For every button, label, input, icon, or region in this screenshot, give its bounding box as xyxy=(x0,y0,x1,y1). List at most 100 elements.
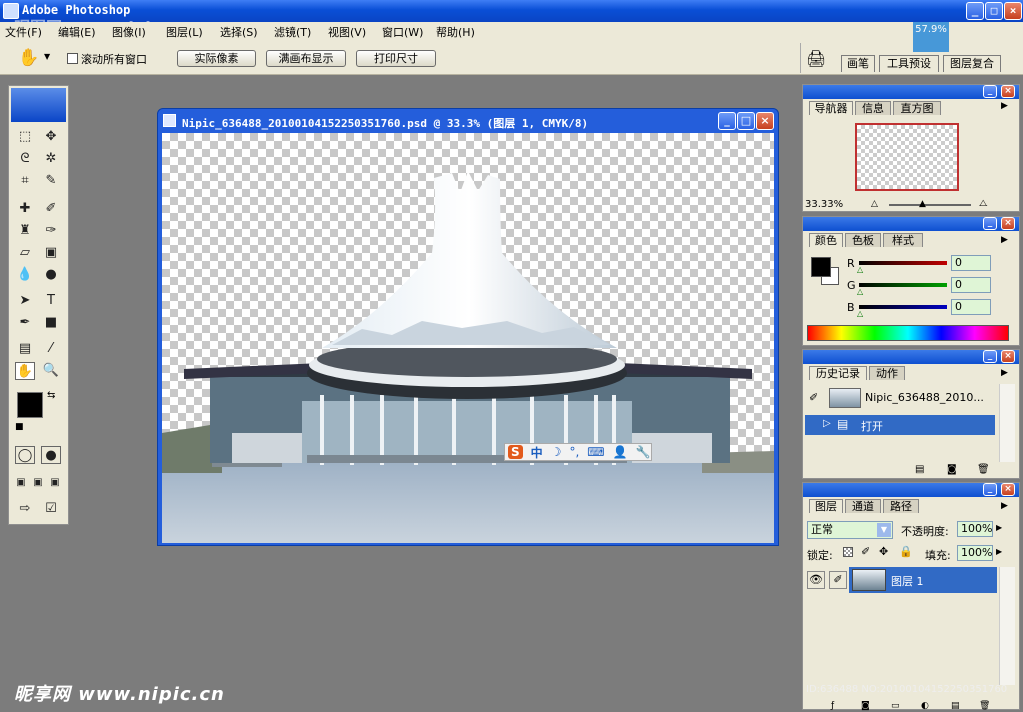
layer-brush-link-icon[interactable]: ✐ xyxy=(829,571,847,589)
color-fg-swatch[interactable] xyxy=(811,257,831,277)
actual-pixels-button[interactable]: 实际像素 xyxy=(177,50,256,67)
color-spectrum-bar[interactable] xyxy=(807,325,1009,341)
doc-maximize-button[interactable]: □ xyxy=(737,112,755,130)
ime-punctuation-icon[interactable]: °, xyxy=(569,445,579,459)
panel-menu-arrow-icon[interactable]: ▶ xyxy=(1001,101,1008,111)
g-slider[interactable] xyxy=(859,283,947,287)
marquee-icon[interactable]: ⬚ xyxy=(15,128,35,146)
zoom-out-icon[interactable]: △ xyxy=(871,199,878,209)
history-new-document-icon[interactable]: ▤ xyxy=(915,464,924,475)
lock-transparency-icon[interactable] xyxy=(843,547,853,557)
move-icon[interactable]: ✥ xyxy=(41,128,61,146)
layer-mask-icon[interactable]: ◙ xyxy=(861,701,870,711)
history-snapshot-row[interactable]: ✐ Nipic_636488_2010... xyxy=(805,386,995,410)
new-layer-set-icon[interactable]: ▭ xyxy=(891,701,900,711)
slice-icon[interactable]: ✎ xyxy=(41,172,61,190)
path-select-icon[interactable]: ➤ xyxy=(15,292,35,310)
layer-row[interactable]: 👁 ✐ 图层 1 xyxy=(805,567,997,593)
menu-filter[interactable]: 滤镜(T) xyxy=(274,24,311,40)
tab-info[interactable]: 信息 xyxy=(855,101,891,115)
tab-paths[interactable]: 路径 xyxy=(883,499,919,513)
gradient-icon[interactable]: ▣ xyxy=(41,244,61,262)
b-slider[interactable] xyxy=(859,305,947,309)
ime-keyboard-icon[interactable]: ⌨ xyxy=(587,445,604,459)
imageready-jump-icon[interactable]: ⇨ xyxy=(15,500,35,518)
hand-tool-icon[interactable]: ✋ xyxy=(15,362,35,380)
lock-position-move-icon[interactable]: ✥ xyxy=(879,545,888,558)
blend-dropdown-chevron-icon[interactable]: ▼ xyxy=(877,523,891,537)
fill-input[interactable]: 100% xyxy=(957,545,993,561)
image-canvas[interactable]: S 中 ☽ °, ⌨ 👤 🔧 xyxy=(162,133,774,543)
ime-settings-wrench-icon[interactable]: 🔧 xyxy=(636,445,651,459)
screen-mode-standard-icon[interactable]: ▣ xyxy=(13,474,29,492)
close-button[interactable]: × xyxy=(1004,2,1022,20)
navigator-close-button[interactable]: × xyxy=(1001,85,1015,98)
zoom-icon[interactable]: 🔍 xyxy=(41,362,61,380)
ime-chinese-mode[interactable]: 中 xyxy=(531,444,543,461)
delete-layer-trash-icon[interactable]: 🗑 xyxy=(979,701,990,711)
tab-swatches[interactable]: 色板 xyxy=(845,233,881,247)
tab-layers[interactable]: 图层 xyxy=(809,499,843,513)
healing-brush-icon[interactable]: ✚ xyxy=(15,200,35,218)
zoom-slider-thumb[interactable]: ▲ xyxy=(919,199,926,209)
b-value-input[interactable]: 0 xyxy=(951,299,991,315)
well-tab-layer-comps[interactable]: 图层复合 xyxy=(943,55,1001,72)
tab-actions[interactable]: 动作 xyxy=(869,366,905,380)
lock-all-icon[interactable]: 🔒 xyxy=(899,545,913,558)
layers-menu-arrow-icon[interactable]: ▶ xyxy=(1001,501,1008,511)
lock-pixels-brush-icon[interactable]: ✐ xyxy=(861,545,870,558)
ime-user-icon[interactable]: 👤 xyxy=(613,445,628,459)
layer-style-icon[interactable]: ƒ xyxy=(831,701,834,711)
g-value-input[interactable]: 0 xyxy=(951,277,991,293)
b-slider-thumb[interactable]: △ xyxy=(857,309,863,318)
menu-window[interactable]: 窗口(W) xyxy=(382,24,423,40)
menu-select[interactable]: 选择(S) xyxy=(220,24,258,40)
tab-histogram[interactable]: 直方图 xyxy=(893,101,941,115)
history-scrollbar[interactable] xyxy=(999,384,1015,462)
lasso-icon[interactable]: ᘓ xyxy=(15,150,35,168)
history-brush-icon[interactable]: ✑ xyxy=(41,222,61,240)
dodge-icon[interactable]: ● xyxy=(41,266,61,284)
opacity-input[interactable]: 100% xyxy=(957,521,993,537)
zoom-in-icon[interactable]: ⧍ xyxy=(979,199,987,209)
opacity-arrow-icon[interactable]: ▶ xyxy=(996,523,1002,532)
navigator-zoom-value[interactable]: 33.33% xyxy=(805,199,843,210)
layers-scrollbar[interactable] xyxy=(999,567,1015,685)
menu-help[interactable]: 帮助(H) xyxy=(436,24,475,40)
color-minimize-button[interactable]: _ xyxy=(983,217,997,230)
zoom-slider-track[interactable] xyxy=(889,204,971,206)
quick-mask-icon[interactable]: ● xyxy=(41,446,61,464)
ime-halfwidth-icon[interactable]: ☽ xyxy=(551,445,562,459)
tab-navigator[interactable]: 导航器 xyxy=(809,101,853,115)
menu-view[interactable]: 视图(V) xyxy=(328,24,366,40)
tab-history[interactable]: 历史记录 xyxy=(809,366,867,380)
doc-close-button[interactable]: × xyxy=(756,112,774,130)
eyedropper-icon[interactable]: ⁄ xyxy=(41,340,61,358)
tool-preset-chevron-icon[interactable]: ▼ xyxy=(44,52,50,61)
tab-styles[interactable]: 样式 xyxy=(883,233,923,247)
tab-channels[interactable]: 通道 xyxy=(845,499,881,513)
new-layer-icon[interactable]: ▤ xyxy=(951,701,960,711)
scroll-all-checkbox[interactable] xyxy=(67,53,78,64)
menu-layer[interactable]: 图层(L) xyxy=(166,24,203,40)
color-menu-arrow-icon[interactable]: ▶ xyxy=(1001,235,1008,245)
layer-visibility-eye-icon[interactable]: 👁 xyxy=(807,571,825,589)
screen-mode-full-menu-icon[interactable]: ▣ xyxy=(30,474,46,492)
menu-file[interactable]: 文件(F) xyxy=(5,24,42,40)
navigator-minimize-button[interactable]: _ xyxy=(983,85,997,98)
tab-color[interactable]: 颜色 xyxy=(809,233,843,247)
crop-icon[interactable]: ⌗ xyxy=(15,172,35,190)
adobe-feather-icon[interactable] xyxy=(11,88,66,122)
history-brush-source-icon[interactable]: ✐ xyxy=(809,391,818,404)
standard-mode-icon[interactable]: ◯ xyxy=(15,446,35,464)
notes-icon[interactable]: ▤ xyxy=(15,340,35,358)
foreground-color-swatch[interactable] xyxy=(17,392,43,418)
color-close-button[interactable]: × xyxy=(1001,217,1015,230)
r-value-input[interactable]: 0 xyxy=(951,255,991,271)
menu-image[interactable]: 图像(I) xyxy=(112,24,146,40)
print-size-button[interactable]: 打印尺寸 xyxy=(356,50,436,67)
well-tab-brushes[interactable]: 画笔 xyxy=(841,55,875,72)
clone-stamp-icon[interactable]: ♜ xyxy=(15,222,35,240)
menu-edit[interactable]: 编辑(E) xyxy=(58,24,96,40)
minimize-button[interactable]: _ xyxy=(966,2,984,20)
